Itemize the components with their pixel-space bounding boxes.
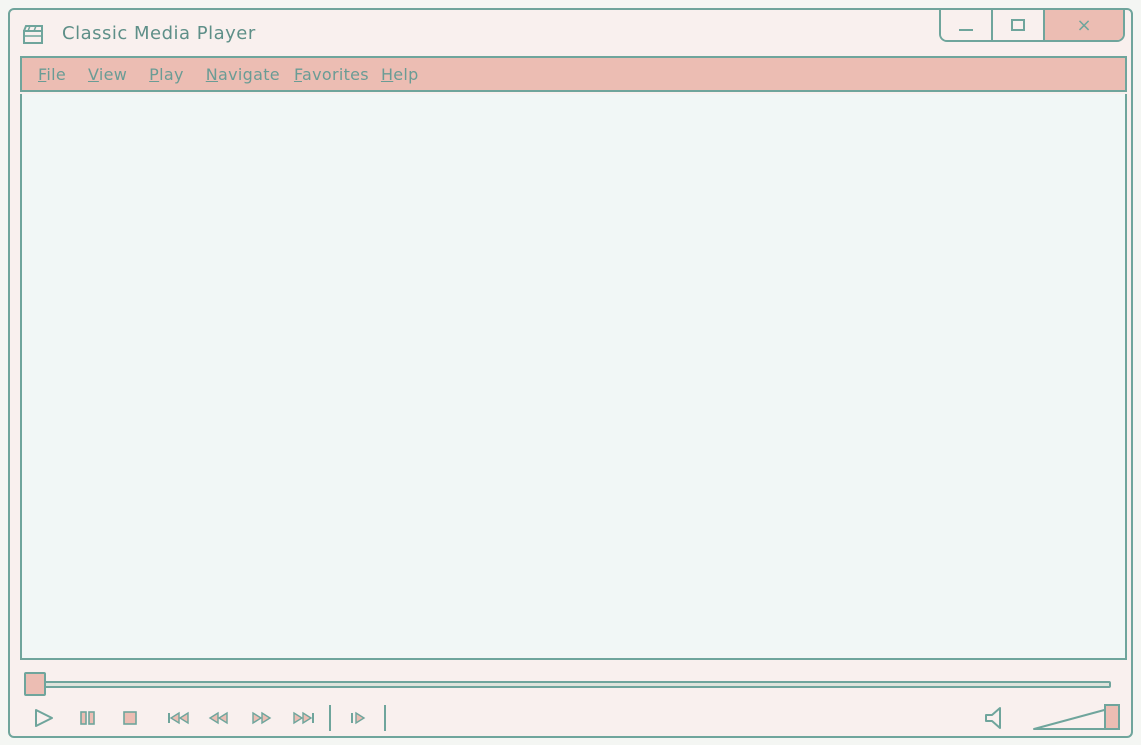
close-button[interactable]: ×	[1045, 10, 1123, 40]
menu-view[interactable]: View	[88, 65, 127, 84]
menu-bar: File View Play Navigate Favorites Help	[20, 56, 1127, 92]
previous-icon	[168, 711, 189, 725]
playback-controls	[24, 703, 1121, 733]
maximize-icon	[1011, 19, 1025, 31]
menu-favorites[interactable]: Favorites	[294, 65, 369, 84]
rewind-button[interactable]	[204, 703, 234, 733]
previous-button[interactable]	[164, 703, 194, 733]
frame-step-button[interactable]	[344, 703, 372, 733]
minimize-icon	[959, 29, 973, 31]
minimize-button[interactable]	[941, 10, 993, 40]
pause-icon	[80, 711, 95, 725]
mute-button[interactable]	[979, 703, 1009, 733]
menu-help[interactable]: Help	[381, 65, 419, 84]
seek-track[interactable]	[44, 681, 1111, 688]
menu-play[interactable]: Play	[149, 65, 184, 84]
pause-button[interactable]	[74, 703, 102, 733]
volume-slider[interactable]	[1032, 703, 1122, 733]
fast-forward-button[interactable]	[246, 703, 276, 733]
window-title: Classic Media Player	[62, 23, 256, 44]
window-controls: ×	[939, 10, 1125, 42]
seek-thumb[interactable]	[24, 672, 46, 696]
video-viewport[interactable]	[20, 94, 1127, 660]
close-icon: ×	[1076, 14, 1092, 36]
maximize-button[interactable]	[993, 10, 1045, 40]
rewind-icon	[208, 711, 228, 725]
controls-separator	[384, 705, 386, 731]
menu-file[interactable]: File	[38, 65, 66, 84]
controls-separator	[329, 705, 331, 731]
volume-slider-graphic[interactable]	[1032, 703, 1122, 733]
volume-thumb[interactable]	[1104, 704, 1120, 730]
stop-button[interactable]	[116, 703, 144, 733]
seek-bar[interactable]	[24, 672, 1111, 696]
play-button[interactable]	[30, 703, 58, 733]
menu-navigate[interactable]: Navigate	[206, 65, 280, 84]
clapperboard-icon	[23, 25, 43, 44]
speaker-icon	[985, 707, 1001, 729]
next-button[interactable]	[288, 703, 318, 733]
fast-forward-icon	[252, 711, 272, 725]
title-bar[interactable]: Classic Media Player ×	[10, 10, 1131, 56]
media-player-window: Classic Media Player × File View Play Na…	[8, 8, 1133, 738]
stop-icon	[123, 711, 137, 725]
frame-step-icon	[351, 711, 366, 725]
play-icon	[35, 709, 53, 727]
next-icon	[293, 711, 314, 725]
